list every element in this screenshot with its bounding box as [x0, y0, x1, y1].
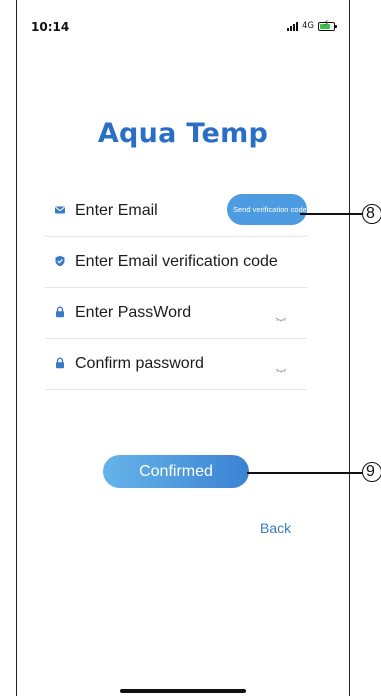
register-form: Send verification code	[45, 186, 307, 390]
back-link[interactable]: Back	[260, 520, 291, 536]
shield-check-icon	[54, 255, 66, 267]
callout-confirm: 9	[362, 462, 381, 482]
lock-icon	[54, 357, 66, 369]
lock-icon	[54, 306, 66, 318]
verification-code-input[interactable]	[75, 251, 307, 273]
email-row: Send verification code	[45, 186, 307, 237]
callout-line-send-code	[300, 213, 363, 215]
status-time: 10:14	[31, 20, 70, 34]
confirm-password-row	[45, 339, 307, 390]
callout-send-code: 8	[362, 204, 381, 224]
password-input[interactable]	[75, 302, 275, 324]
confirm-password-input[interactable]	[75, 353, 275, 375]
app-title: Aqua Temp	[97, 118, 269, 149]
send-verification-code-button[interactable]: Send verification code	[227, 194, 307, 225]
status-indicators: 4G ⚡	[287, 19, 337, 31]
eye-closed-icon[interactable]	[275, 308, 287, 322]
verification-code-row	[45, 237, 307, 288]
mail-icon	[54, 204, 66, 216]
callout-line-confirm	[247, 472, 363, 474]
page: 10:14 4G ⚡ Aqua Temp Enter Email Send ve…	[0, 0, 381, 696]
password-row	[45, 288, 307, 339]
battery-charging-icon: ⚡	[318, 19, 337, 31]
status-bar: 10:14 4G ⚡	[17, 0, 349, 44]
signal-icon	[287, 21, 298, 31]
network-label: 4G	[302, 21, 314, 31]
eye-closed-icon[interactable]	[275, 359, 287, 373]
home-indicator	[120, 689, 246, 693]
phone-screen: 10:14 4G ⚡ Aqua Temp Enter Email Send ve…	[16, 0, 350, 696]
confirm-button[interactable]: Confirmed	[103, 455, 249, 488]
